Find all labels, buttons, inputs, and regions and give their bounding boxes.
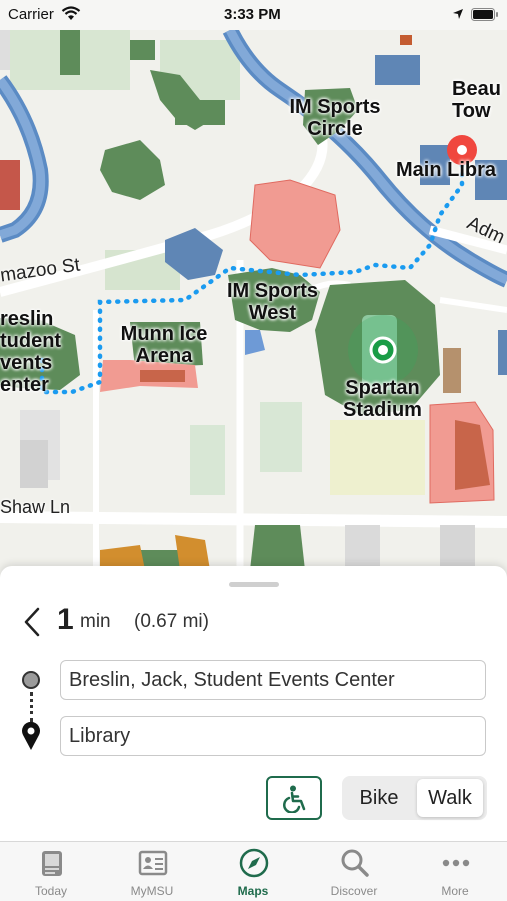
map-label-shaw-ln: Shaw Ln <box>0 497 71 517</box>
tab-more-label: More <box>441 884 469 898</box>
newspaper-icon <box>42 851 62 876</box>
map-label-im-sports-circle: IM Sports Circle <box>289 96 381 140</box>
map-label-main-library: Main Libra <box>396 159 497 181</box>
tab-mymsu[interactable]: MyMSU <box>102 842 202 901</box>
status-bar: Carrier 3:33 PM <box>0 0 507 30</box>
tab-mymsu-label: MyMSU <box>130 884 174 898</box>
route-connector <box>30 692 35 722</box>
directions-sheet: 1 min (0.67 mi) Breslin, Jack, Student E… <box>0 566 507 842</box>
location-arrow-icon <box>453 9 463 19</box>
tab-today-label: Today <box>34 884 68 898</box>
search-icon <box>341 849 369 877</box>
destination-marker-icon <box>22 721 40 750</box>
map-label-spartan-stadium: Spartan Stadium <box>343 377 422 421</box>
map-label-breslin: reslin tudent vents enter <box>0 308 62 396</box>
id-card-icon <box>138 850 168 876</box>
tab-discover-label: Discover <box>330 884 378 898</box>
sheet-grabber[interactable] <box>229 582 279 587</box>
more-dots-icon <box>442 859 470 867</box>
mode-walk-button[interactable]: Walk <box>417 779 483 817</box>
mode-bike-button[interactable]: Bike <box>346 779 412 817</box>
wifi-icon <box>61 6 81 20</box>
travel-mode-selector: Bike Walk <box>342 776 487 820</box>
duration-value: 1 <box>57 603 74 636</box>
tab-discover[interactable]: Discover <box>304 842 404 901</box>
back-chevron-icon[interactable] <box>18 606 46 638</box>
tab-more[interactable]: More <box>405 842 505 901</box>
duration-unit: min <box>80 611 111 632</box>
wheelchair-icon <box>283 785 306 813</box>
origin-dot-icon <box>22 671 40 689</box>
wheelchair-accessible-button[interactable] <box>266 776 322 820</box>
tab-maps-label: Maps <box>237 884 269 898</box>
map-label-munn-ice-arena: Munn Ice Arena <box>120 323 208 367</box>
tab-bar: Today MyMSU Maps Discover More <box>0 841 507 901</box>
origin-field[interactable]: Breslin, Jack, Student Events Center <box>60 660 486 700</box>
route-distance: (0.67 mi) <box>134 611 209 632</box>
destination-field[interactable]: Library <box>60 716 486 756</box>
tab-maps[interactable]: Maps <box>203 842 303 901</box>
clock: 3:33 PM <box>224 6 281 23</box>
origin-marker-icon[interactable] <box>346 313 420 387</box>
map-label-beau-tow: Beau Tow <box>452 78 501 122</box>
tab-today[interactable]: Today <box>1 842 101 901</box>
carrier-label: Carrier <box>8 6 54 23</box>
campus-map[interactable]: IM Sports Circle Beau Tow Main Libra Adm… <box>0 30 507 570</box>
compass-icon <box>239 848 269 878</box>
map-label-im-sports-west: IM Sports West <box>226 280 319 324</box>
battery-icon <box>471 8 498 21</box>
